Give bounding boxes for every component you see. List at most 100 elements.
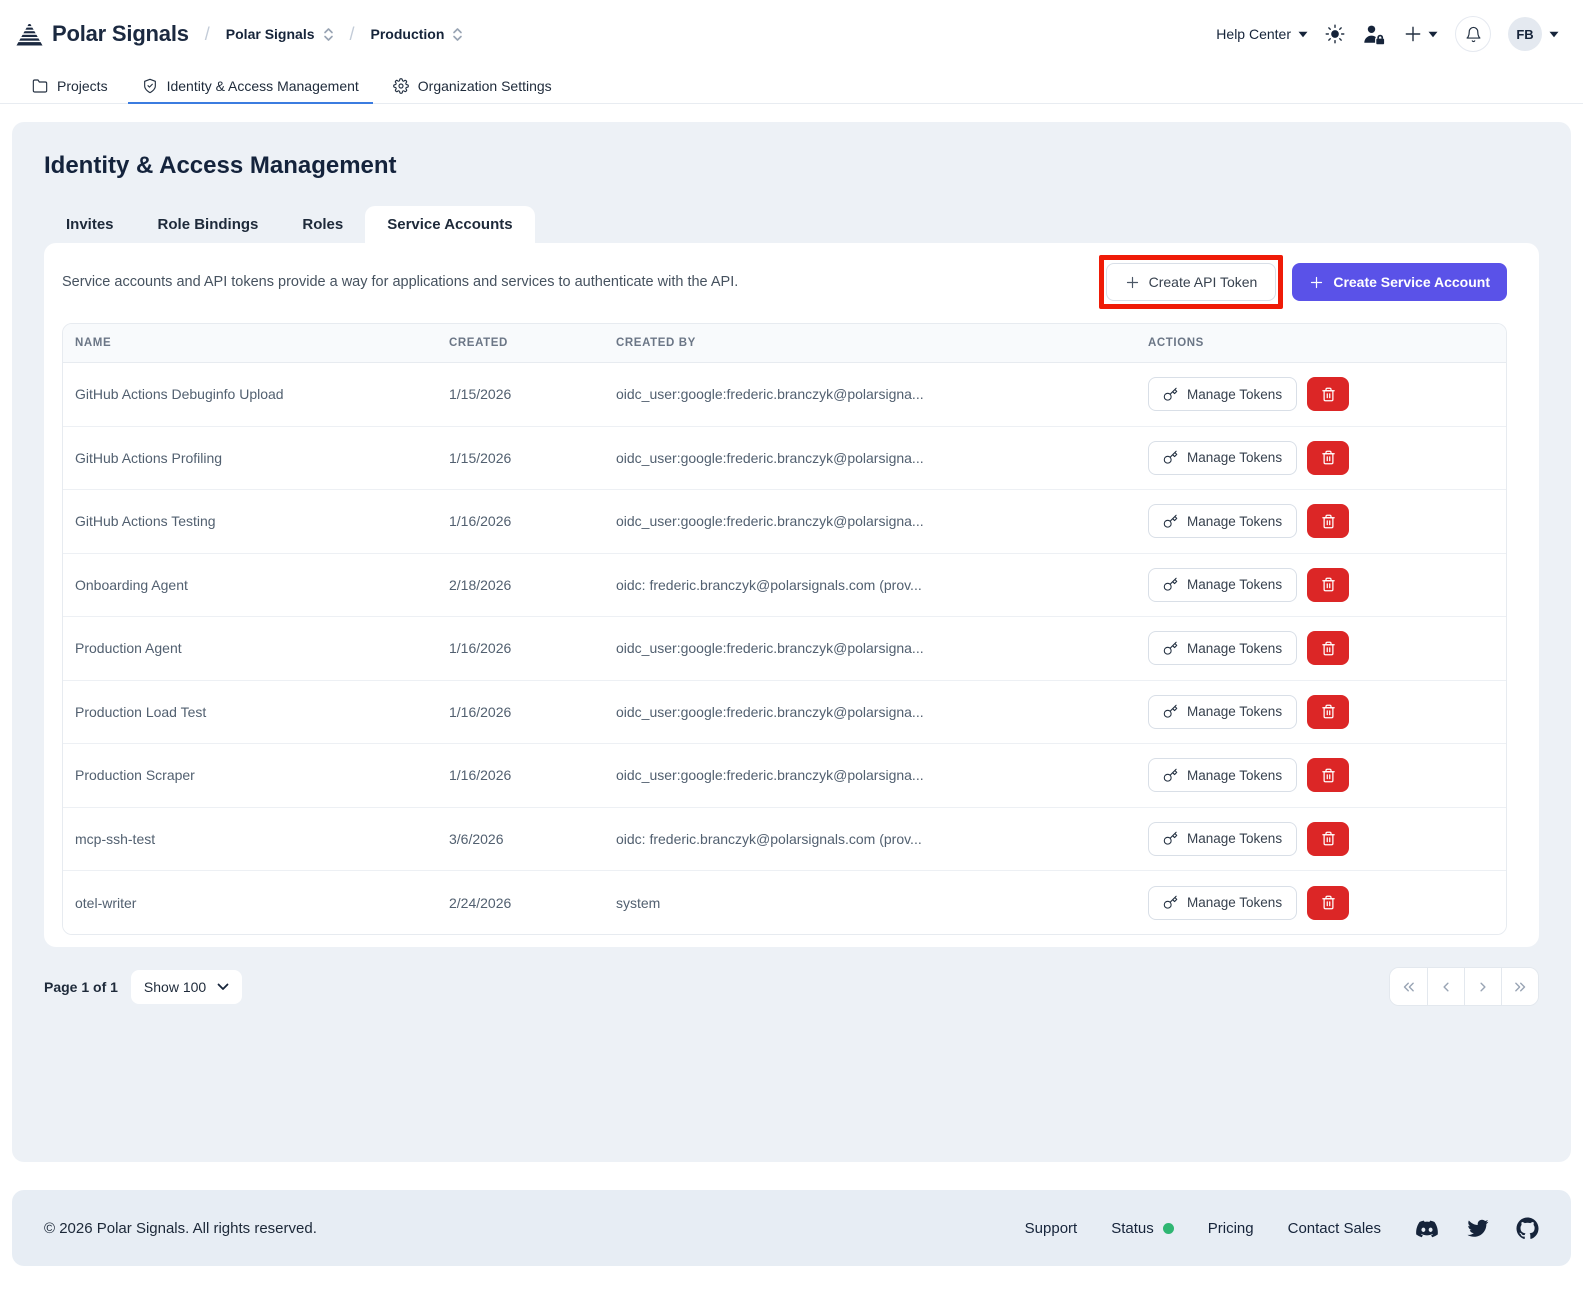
last-page-button[interactable] — [1501, 968, 1538, 1005]
bell-icon — [1466, 26, 1480, 42]
discord-icon[interactable] — [1415, 1219, 1439, 1238]
nav-item-projects[interactable]: Projects — [18, 68, 122, 103]
sort-chevrons-icon — [323, 27, 333, 41]
sa-created: 2/18/2026 — [437, 553, 604, 617]
sa-created-by: oidc_user:google:frederic.branczyk@polar… — [604, 680, 1136, 744]
sa-created: 1/15/2026 — [437, 362, 604, 427]
footer-link-support[interactable]: Support — [1025, 1220, 1078, 1237]
delete-service-account-button[interactable] — [1307, 758, 1350, 793]
trash-icon — [1321, 450, 1335, 465]
manage-tokens-button[interactable]: Manage Tokens — [1148, 694, 1298, 729]
manage-tokens-button[interactable]: Manage Tokens — [1148, 758, 1298, 793]
key-icon — [1163, 704, 1178, 718]
chevron-right-icon — [1480, 982, 1486, 991]
footer-link-status[interactable]: Status — [1111, 1220, 1174, 1237]
plus-icon — [1311, 276, 1323, 288]
sa-name: Production Scraper — [63, 743, 437, 808]
add-menu-button[interactable] — [1403, 24, 1438, 44]
trash-icon — [1321, 704, 1335, 719]
create-service-account-button[interactable]: Create Service Account — [1292, 263, 1507, 301]
table-row: Onboarding Agent 2/18/2026 oidc: frederi… — [63, 553, 1506, 617]
nav-item-identity-access-management[interactable]: Identity & Access Management — [127, 68, 374, 104]
chevron-left-icon — [1443, 982, 1449, 991]
manage-tokens-button[interactable]: Manage Tokens — [1148, 567, 1298, 602]
trash-icon — [1321, 831, 1335, 846]
footer-link-contact-sales[interactable]: Contact Sales — [1288, 1220, 1381, 1237]
table-row: Production Scraper 1/16/2026 oidc_user:g… — [63, 743, 1506, 808]
twitter-icon[interactable] — [1466, 1219, 1489, 1238]
first-page-button[interactable] — [1390, 968, 1427, 1005]
copyright-text: © 2026 Polar Signals. All rights reserve… — [44, 1219, 317, 1237]
breadcrumb-project-selector[interactable]: Production — [371, 26, 464, 42]
delete-service-account-button[interactable] — [1307, 567, 1350, 602]
trash-icon — [1321, 895, 1335, 910]
footer-link-pricing[interactable]: Pricing — [1208, 1220, 1254, 1237]
previous-page-button[interactable] — [1427, 968, 1464, 1005]
sa-created: 1/15/2026 — [437, 426, 604, 490]
table-row: mcp-ssh-test 3/6/2026 oidc: frederic.bra… — [63, 807, 1506, 871]
breadcrumb-org-selector[interactable]: Polar Signals — [226, 26, 334, 42]
delete-service-account-button[interactable] — [1307, 821, 1350, 856]
service-accounts-panel: Service accounts and API tokens provide … — [44, 243, 1539, 947]
column-header-created-by: CREATED BY — [604, 324, 1136, 363]
trash-icon — [1321, 387, 1335, 402]
delete-service-account-button[interactable] — [1307, 504, 1350, 539]
sa-name: otel-writer — [63, 870, 437, 934]
notifications-button[interactable] — [1455, 16, 1491, 52]
avatar: FB — [1508, 17, 1542, 51]
status-label: Status — [1111, 1219, 1154, 1237]
delete-service-account-button[interactable] — [1307, 885, 1350, 920]
sa-created-by: oidc_user:google:frederic.branczyk@polar… — [604, 489, 1136, 554]
chevrons-left-icon — [1403, 982, 1414, 991]
manage-tokens-label: Manage Tokens — [1187, 513, 1283, 529]
chevrons-right-icon — [1515, 982, 1526, 991]
manage-tokens-button[interactable]: Manage Tokens — [1148, 504, 1298, 539]
breadcrumb-separator: / — [349, 23, 355, 44]
sa-name: GitHub Actions Testing — [63, 489, 437, 554]
create-api-token-button[interactable]: Create API Token — [1105, 263, 1277, 301]
logo-triangle-icon — [16, 22, 43, 46]
tab-roles[interactable]: Roles — [280, 206, 365, 243]
manage-tokens-button[interactable]: Manage Tokens — [1148, 440, 1298, 475]
sa-created-by: oidc_user:google:frederic.branczyk@polar… — [604, 426, 1136, 490]
manage-tokens-button[interactable]: Manage Tokens — [1148, 631, 1298, 666]
sa-name: mcp-ssh-test — [63, 807, 437, 871]
manage-tokens-button[interactable]: Manage Tokens — [1148, 885, 1298, 920]
key-icon — [1163, 450, 1178, 464]
nav-item-organization-settings[interactable]: Organization Settings — [379, 68, 566, 103]
page-indicator: Page 1 of 1 — [44, 978, 118, 995]
delete-service-account-button[interactable] — [1307, 377, 1350, 412]
sa-created-by: system — [604, 870, 1136, 934]
key-icon — [1163, 831, 1178, 845]
column-header-name: NAME — [63, 324, 437, 363]
sa-name: Production Load Test — [63, 680, 437, 744]
nav-item-label: Organization Settings — [417, 77, 552, 94]
tab-service-accounts[interactable]: Service Accounts — [365, 206, 535, 243]
help-center-menu[interactable]: Help Center — [1216, 26, 1308, 42]
sa-name: Onboarding Agent — [63, 553, 437, 617]
manage-tokens-label: Manage Tokens — [1187, 577, 1283, 593]
page-title: Identity & Access Management — [44, 152, 397, 179]
sa-name: GitHub Actions Debuginfo Upload — [63, 362, 437, 427]
next-page-button[interactable] — [1464, 968, 1501, 1005]
manage-tokens-label: Manage Tokens — [1187, 895, 1283, 910]
manage-tokens-button[interactable]: Manage Tokens — [1148, 821, 1298, 856]
github-icon[interactable] — [1516, 1216, 1539, 1240]
panel-toolbar: Service accounts and API tokens provide … — [62, 255, 1507, 323]
polar-signals-logo[interactable]: Polar Signals — [16, 21, 189, 47]
delete-service-account-button[interactable] — [1307, 440, 1350, 475]
primary-nav: Projects Identity & Access Management Or… — [0, 68, 1583, 104]
delete-service-account-button[interactable] — [1307, 694, 1350, 729]
delete-service-account-button[interactable] — [1307, 631, 1350, 666]
manage-tokens-label: Manage Tokens — [1187, 767, 1283, 783]
show-per-page-select[interactable]: Show 100 — [130, 969, 243, 1004]
manage-tokens-label: Manage Tokens — [1187, 450, 1283, 466]
tab-invites[interactable]: Invites — [44, 206, 136, 243]
manage-tokens-button[interactable]: Manage Tokens — [1148, 377, 1298, 412]
trash-icon — [1321, 641, 1335, 656]
members-access-button[interactable] — [1362, 22, 1386, 46]
theme-toggle-button[interactable] — [1325, 24, 1345, 44]
account-menu[interactable]: FB — [1508, 17, 1559, 51]
tab-role-bindings[interactable]: Role Bindings — [136, 206, 281, 243]
status-green-dot — [1162, 1222, 1174, 1234]
